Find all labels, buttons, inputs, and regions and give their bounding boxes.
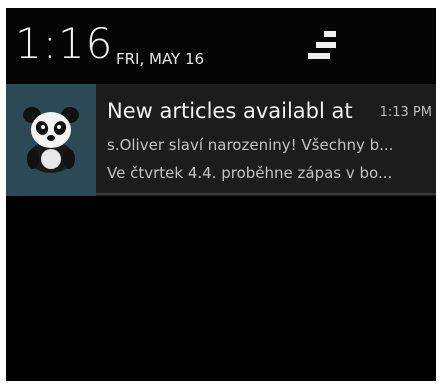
notification-line: Ve čtvrtek 4.4. proběhne zápas v bo... (107, 164, 393, 182)
shade-header: 1:16 FRI, MAY 16 (6, 8, 436, 82)
app-icon-container (6, 84, 96, 196)
notification-time: 1:13 PM (379, 105, 432, 120)
clear-all-notifications-icon[interactable] (306, 28, 346, 68)
clear-all-bar (324, 31, 336, 37)
clear-all-bar (308, 53, 330, 59)
divider (96, 193, 436, 195)
clear-all-bar (316, 42, 336, 48)
clock: 1:16 (15, 19, 114, 68)
notification-line: s.Oliver slaví narozeniny! Všechny b... (107, 136, 394, 154)
panda-icon (23, 107, 79, 173)
notification-item[interactable]: New articles availabl at 1:13 PM s.Olive… (6, 84, 436, 196)
notification-shade: 1:16 FRI, MAY 16 New articles availabl a… (6, 8, 436, 381)
notification-title: New articles availabl at (107, 99, 353, 123)
date: FRI, MAY 16 (116, 50, 205, 68)
